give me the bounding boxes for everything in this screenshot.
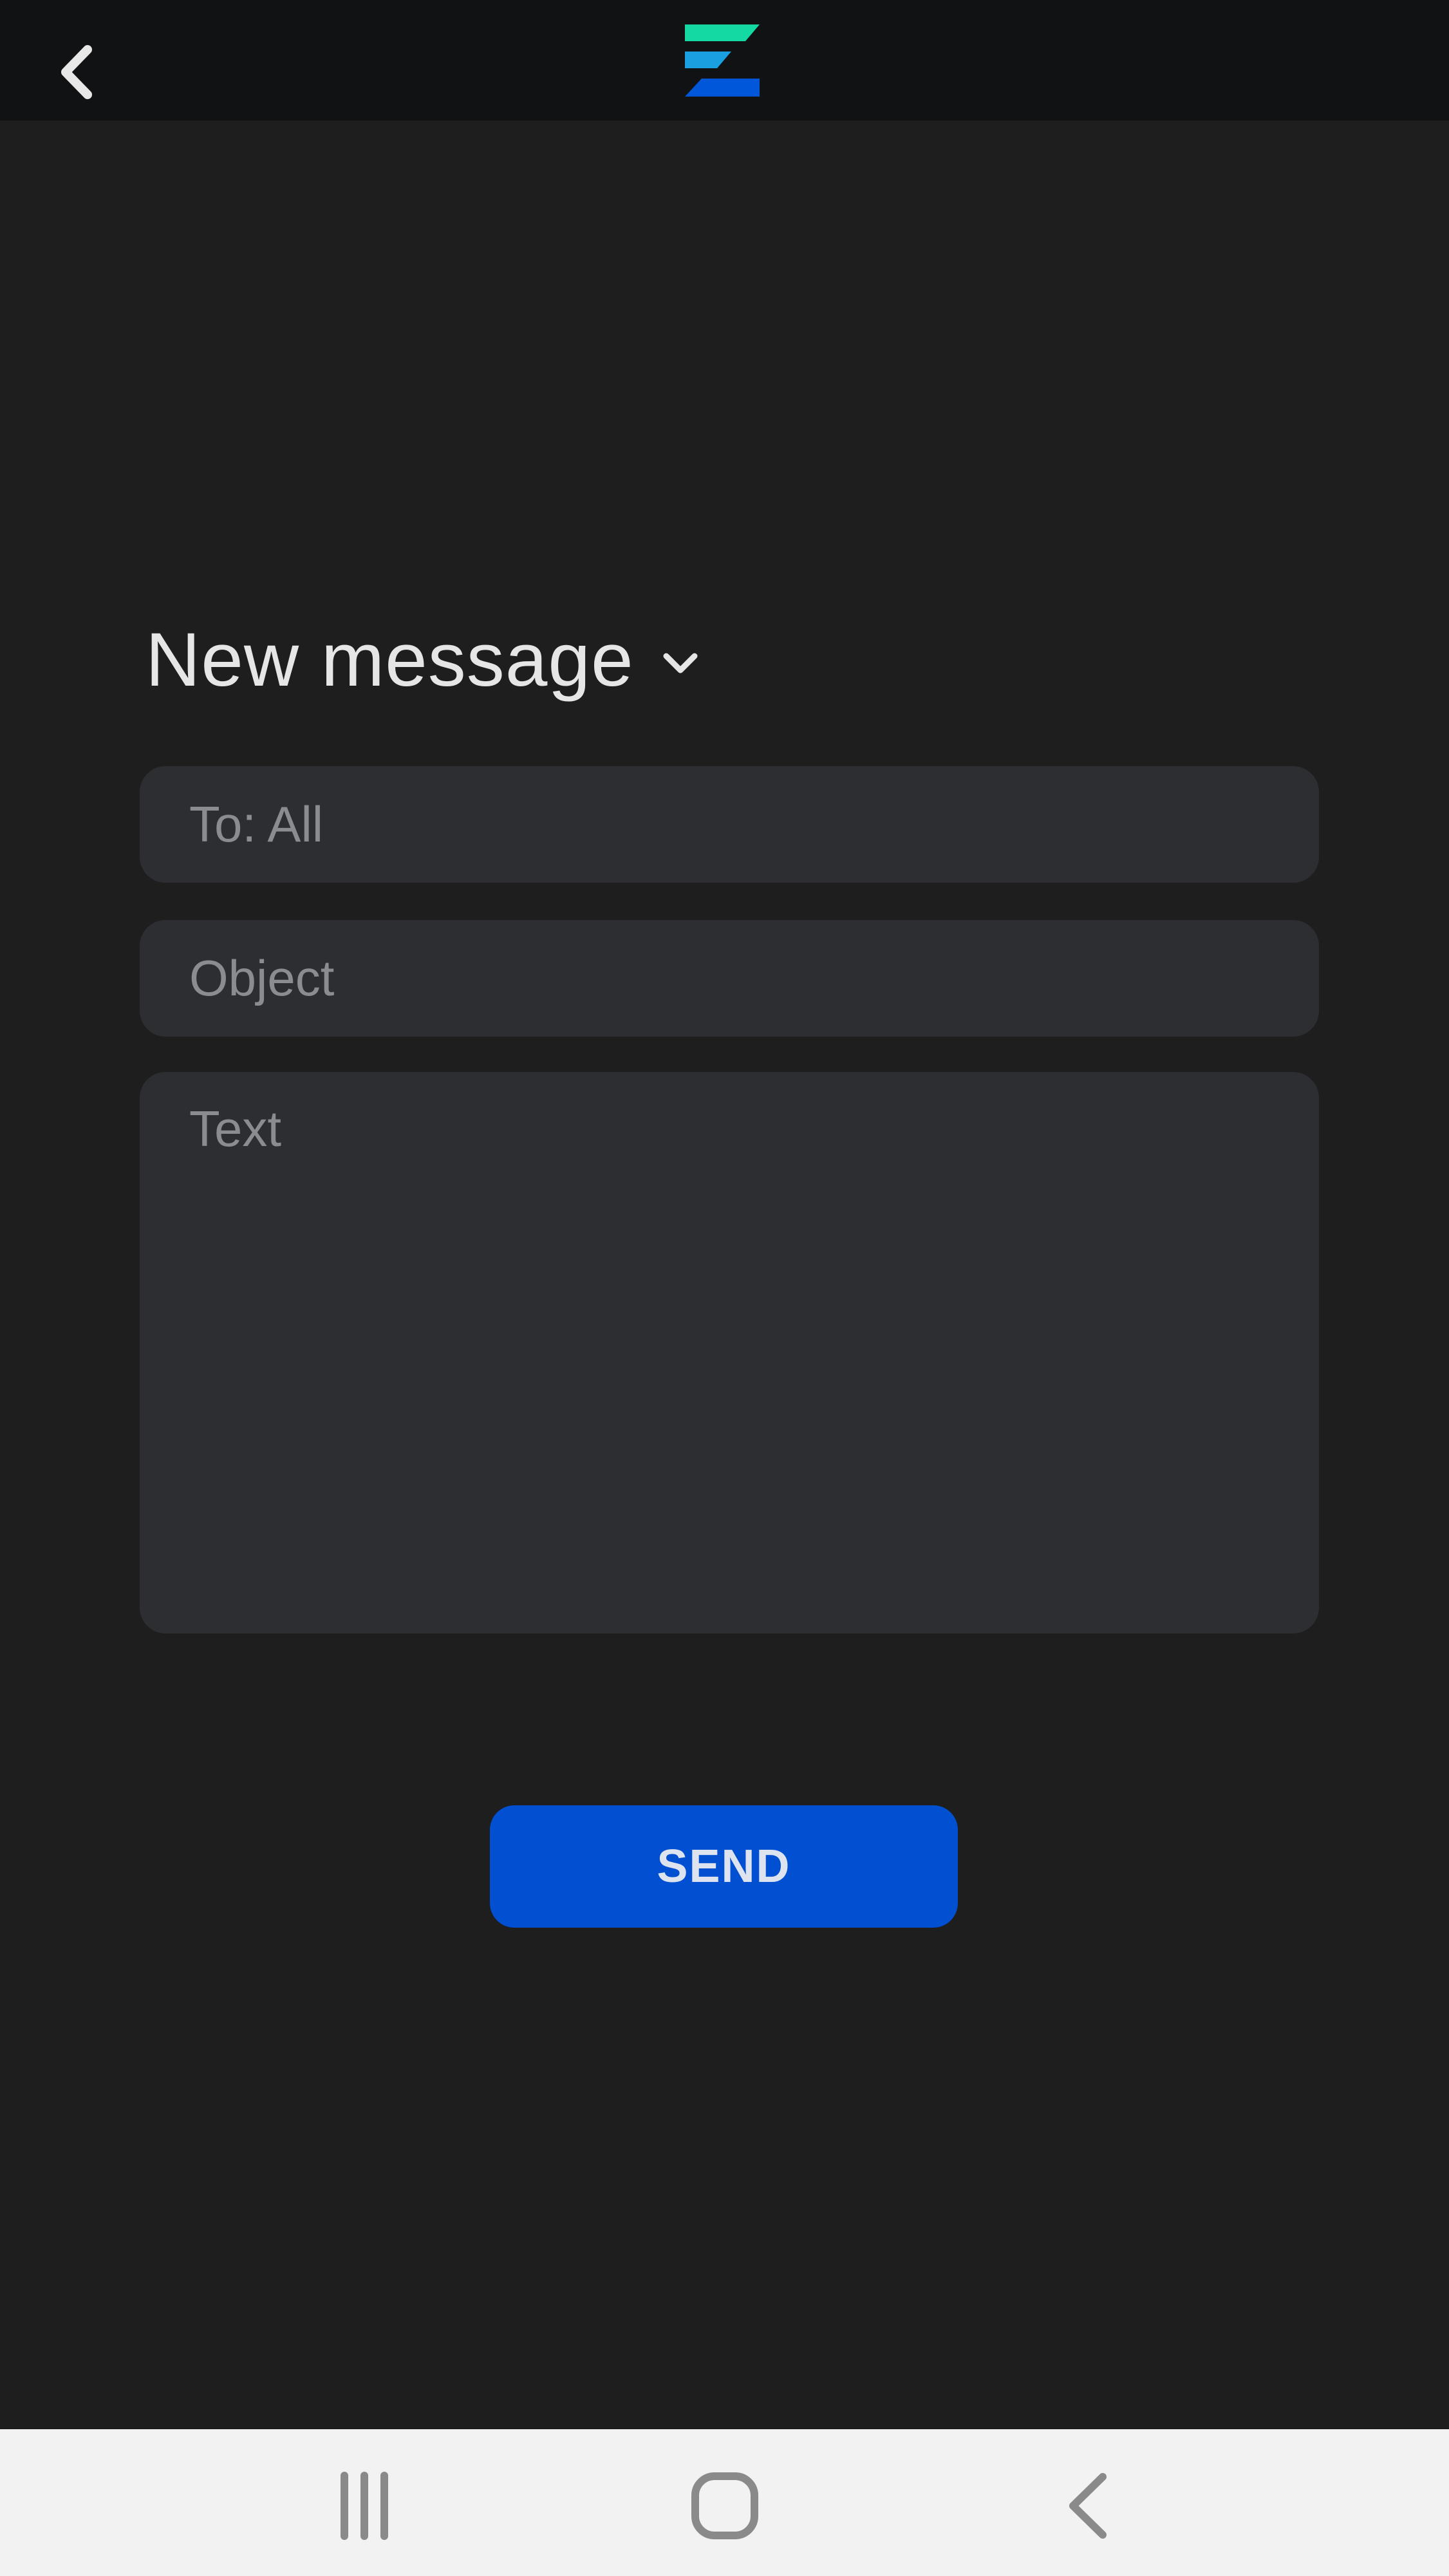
back-button[interactable]	[50, 40, 102, 104]
recents-button[interactable]	[323, 2464, 406, 2548]
message-text-area[interactable]	[140, 1072, 1319, 1633]
home-icon	[691, 2472, 758, 2539]
chevron-left-icon	[61, 45, 92, 99]
system-navigation-bar	[0, 2429, 1449, 2576]
home-button[interactable]	[683, 2464, 767, 2548]
recents-icon	[341, 2472, 388, 2540]
to-field[interactable]	[140, 766, 1319, 883]
page-title: New message	[145, 617, 634, 702]
object-field[interactable]	[140, 920, 1319, 1037]
app-logo-icon	[685, 24, 760, 97]
system-back-button[interactable]	[1046, 2464, 1130, 2548]
chevron-down-icon	[663, 653, 698, 673]
message-type-dropdown[interactable]: New message	[145, 612, 700, 708]
back-icon	[1069, 2473, 1107, 2539]
send-button[interactable]: SEND	[490, 1805, 958, 1928]
send-button-label: SEND	[657, 1841, 791, 1892]
top-app-bar	[0, 0, 1449, 120]
